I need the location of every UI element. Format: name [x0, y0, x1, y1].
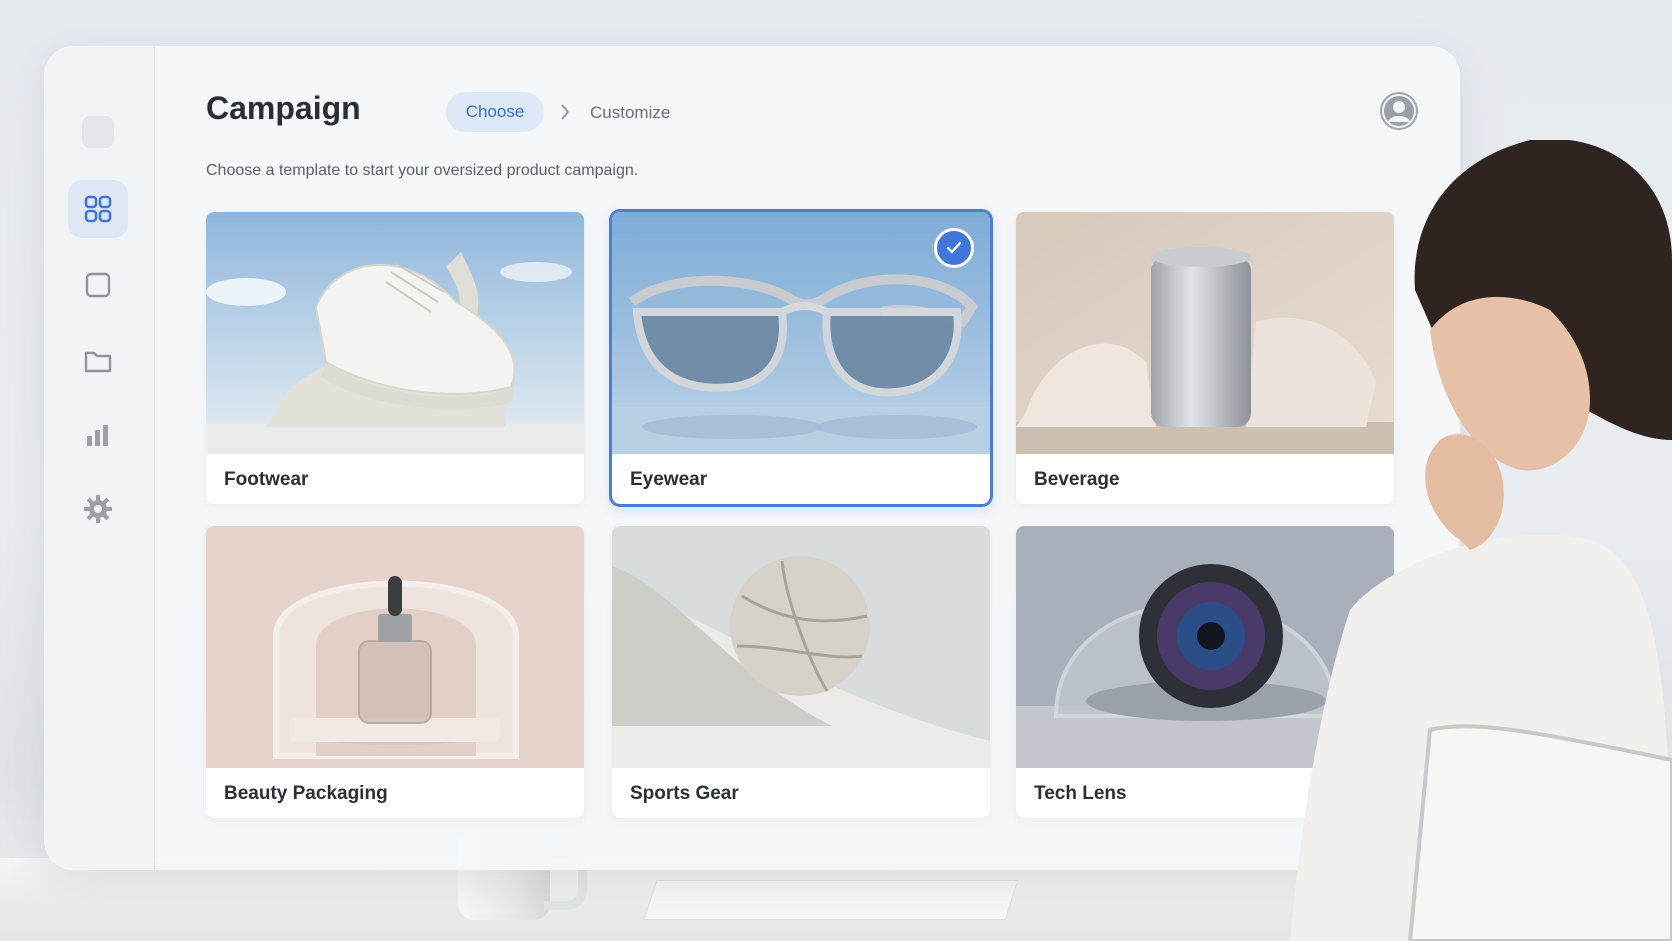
template-label: Beverage — [1034, 469, 1120, 490]
square-icon — [85, 272, 111, 298]
selected-check-icon — [934, 228, 974, 268]
person-illustration — [1290, 140, 1672, 941]
beauty-packaging-image — [206, 526, 584, 768]
template-card-footwear[interactable]: Footwear — [206, 212, 584, 504]
template-label: Tech Lens — [1034, 783, 1127, 804]
page-title: Campaign — [206, 90, 361, 126]
logo-placeholder — [82, 116, 114, 148]
template-card-sports-gear[interactable]: Sports Gear — [612, 526, 990, 818]
step-customize[interactable]: Customize — [590, 103, 670, 123]
sidebar-item-files[interactable] — [68, 332, 128, 390]
template-label: Beauty Packaging — [224, 783, 388, 804]
gear-icon — [84, 495, 112, 523]
sidebar — [44, 46, 155, 870]
sidebar-item-templates[interactable] — [68, 180, 128, 238]
user-avatar[interactable] — [1380, 92, 1418, 130]
template-label: Footwear — [224, 469, 309, 490]
sidebar-item-analytics[interactable] — [68, 406, 128, 464]
notebook — [643, 880, 1019, 920]
page-subtitle: Choose a template to start your oversize… — [206, 162, 639, 179]
template-label: Sports Gear — [630, 783, 739, 804]
sidebar-item-settings[interactable] — [68, 480, 128, 538]
step-choose[interactable]: Choose — [446, 92, 544, 132]
chevron-right-icon — [556, 98, 574, 126]
grid-icon — [84, 195, 112, 223]
user-icon — [1382, 94, 1416, 128]
template-card-beauty-packaging[interactable]: Beauty Packaging — [206, 526, 584, 818]
bar-chart-icon — [87, 425, 108, 446]
folder-icon — [84, 351, 112, 373]
sidebar-item-canvas[interactable] — [68, 256, 128, 314]
template-card-eyewear[interactable]: Eyewear — [612, 212, 990, 504]
template-label: Eyewear — [630, 469, 708, 490]
footwear-image — [206, 212, 584, 454]
sports-gear-image — [612, 526, 990, 768]
